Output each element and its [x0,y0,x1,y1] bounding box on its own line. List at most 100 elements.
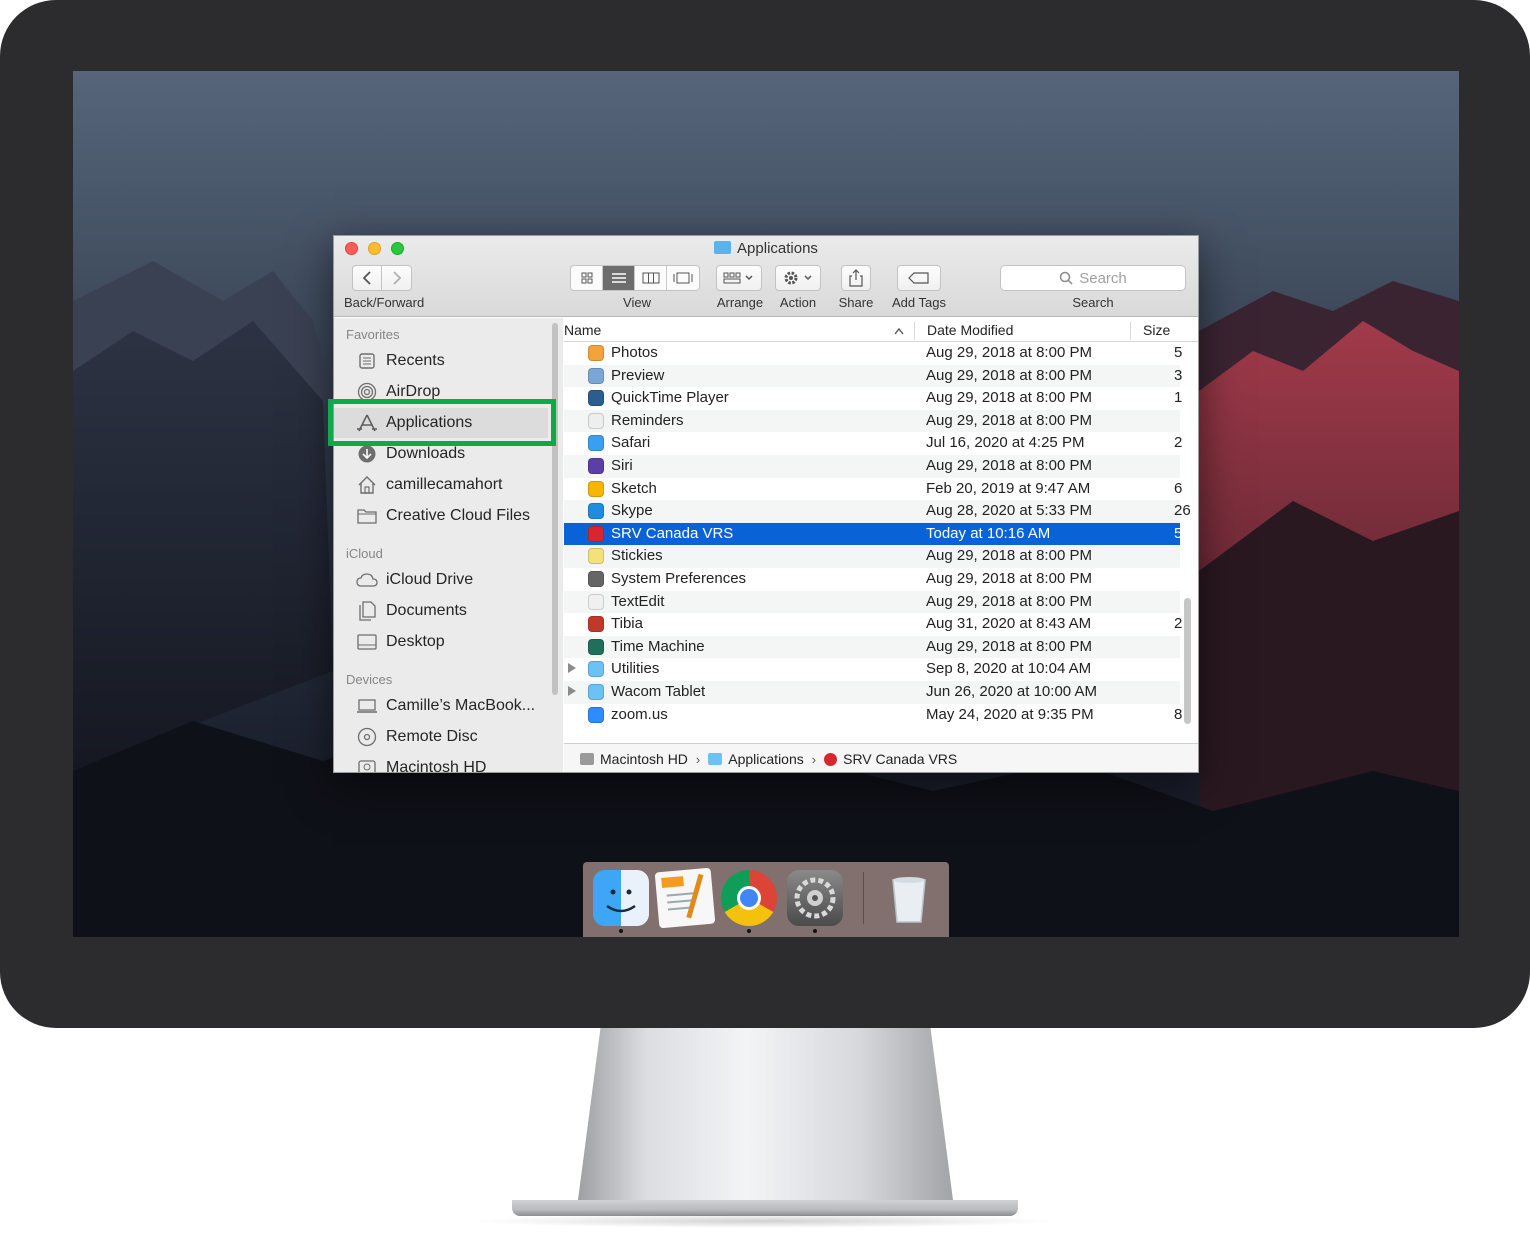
sidebar-item-desktop[interactable]: Desktop [334,627,548,657]
path-item-applications[interactable]: Applications [708,751,804,767]
add-tags-label: Add Tags [892,295,946,310]
sidebar-item-macintosh-hd[interactable]: Macintosh HD [334,753,548,772]
search-icon [1059,271,1073,285]
finder-window: Applications Back/Forward View Arrange A… [333,235,1199,773]
disclosure-triangle-icon[interactable] [568,685,576,696]
chrome-icon[interactable] [721,870,777,926]
system-preferences-running-indicator [813,929,817,933]
icon-view-button[interactable] [571,266,603,290]
sidebar-scrollbar[interactable] [552,323,558,695]
app-icon [588,390,604,407]
table-row[interactable]: Tibia Aug 31, 2020 at 8:43 AM 2 [564,613,1182,636]
column-view-button[interactable] [635,266,667,290]
folder-icon [714,241,732,254]
file-name: QuickTime Player [611,389,729,407]
view-mode-control[interactable] [570,265,700,291]
file-size: 5 [1174,524,1183,542]
sidebar-heading-icloud: iCloud [346,546,383,561]
file-rows: Photos Aug 29, 2018 at 8:00 PM 5 Preview Au… [564,342,1191,727]
file-list: Name Date Modified Size Photos Aug 29, 20… [564,318,1198,772]
app-icon [588,525,604,542]
file-name: Skype [611,502,653,520]
harddrive-icon [580,753,594,765]
table-row[interactable]: Reminders Aug 29, 2018 at 8:00 PM [564,409,1180,433]
path-item-srv-canada-vrs[interactable]: SRV Canada VRS [824,751,957,767]
file-name: Safari [611,434,651,452]
list-view-button[interactable] [603,266,635,290]
chevron-right-icon: › [695,751,701,767]
sidebar-item-home[interactable]: camillecamahort [334,470,548,500]
sidebar-item-recents[interactable]: Recents [334,346,548,376]
forward-button[interactable] [382,265,412,291]
file-name: Sketch [611,479,657,497]
file-date: Jun 26, 2020 at 10:00 AM [926,682,1097,700]
back-button[interactable] [352,265,382,291]
share-button[interactable] [841,265,871,291]
sidebar-item-label: Downloads [386,445,466,462]
pages-icon[interactable] [654,867,716,929]
sidebar-item-label: Applications [386,414,473,431]
search-input[interactable]: Search [1000,265,1186,291]
column-size-header[interactable]: Size [1143,322,1170,338]
table-row-selected[interactable]: SRV Canada VRS Today at 10:16 AM 5 [564,522,1182,546]
monitor-stand-neck [578,1028,953,1200]
table-row[interactable]: QuickTime Player Aug 29, 2018 at 8:00 PM 1 [564,387,1182,410]
folder-icon [588,683,604,700]
action-button[interactable] [775,265,821,291]
sidebar-item-airdrop[interactable]: AirDrop [334,377,548,407]
column-date-header[interactable]: Date Modified [927,322,1013,338]
file-date: Aug 29, 2018 at 8:00 PM [926,389,1092,407]
file-name: Photos [611,344,658,361]
airdrop-icon [357,382,377,402]
column-name-header[interactable]: Name [564,322,601,338]
file-date: Aug 29, 2018 at 8:00 PM [926,592,1092,610]
folder-icon [588,661,604,678]
gallery-view-button[interactable] [667,266,699,290]
table-row[interactable]: TextEdit Aug 29, 2018 at 8:00 PM [564,590,1180,614]
file-date: Sep 8, 2020 at 10:04 AM [926,660,1092,678]
sidebar-item-applications[interactable]: Applications [334,408,548,438]
sidebar-item-label: Camille’s MacBook... [386,697,536,714]
column-separator [1130,322,1131,340]
table-row[interactable]: Stickies Aug 29, 2018 at 8:00 PM [564,545,1180,568]
table-row[interactable]: Preview Aug 29, 2018 at 8:00 PM 3 [564,364,1182,388]
table-row[interactable]: System Preferences Aug 29, 2018 at 8:00 P… [564,568,1180,591]
trash-icon[interactable] [881,870,937,926]
arrange-button[interactable] [716,265,762,291]
add-tags-button[interactable] [897,265,941,291]
table-row[interactable]: Skype Aug 28, 2020 at 5:33 PM 26 [564,500,1191,523]
file-date: Aug 29, 2018 at 8:00 PM [926,547,1092,565]
sidebar-item-documents[interactable]: Documents [334,596,548,626]
table-row[interactable]: Sketch Feb 20, 2019 at 9:47 AM 6 [564,478,1182,501]
app-icon [588,706,604,723]
table-row[interactable]: Utilities Sep 8, 2020 at 10:04 AM [564,658,1180,681]
file-date: Aug 31, 2020 at 8:43 AM [926,615,1092,633]
file-name: Wacom Tablet [611,682,706,700]
table-row[interactable]: Wacom Tablet Jun 26, 2020 at 10:00 AM [564,680,1180,704]
dock-divider [863,872,864,924]
file-name: TextEdit [611,592,665,610]
list-vertical-scrollbar[interactable] [1184,598,1191,724]
sidebar-item-downloads[interactable]: Downloads [334,439,548,469]
sidebar-item-creative-cloud-files[interactable]: Creative Cloud Files [334,501,548,531]
sort-ascending-icon[interactable] [894,327,904,335]
table-row[interactable]: zoom.us May 24, 2020 at 9:35 PM 8 [564,704,1182,727]
app-icon [588,367,604,384]
sidebar-item-remote-disc[interactable]: Remote Disc [334,722,548,752]
path-item-macintosh-hd[interactable]: Macintosh HD [580,751,688,767]
sidebar-item-macbook[interactable]: Camille’s MacBook... [334,691,548,721]
view-label: View [623,295,651,310]
file-date: Aug 29, 2018 at 8:00 PM [926,637,1092,655]
table-row[interactable]: Safari Jul 16, 2020 at 4:25 PM 2 [564,432,1182,455]
desktop-icon [357,634,377,650]
finder-icon[interactable] [593,870,649,926]
sidebar-item-icloud-drive[interactable]: iCloud Drive [334,565,548,595]
disclosure-triangle-icon[interactable] [568,663,576,674]
table-row[interactable]: Siri Aug 29, 2018 at 8:00 PM [564,454,1180,478]
system-preferences-icon[interactable] [787,870,843,926]
table-row[interactable]: Time Machine Aug 29, 2018 at 8:00 PM [564,635,1180,659]
table-row[interactable]: Photos Aug 29, 2018 at 8:00 PM 5 [564,342,1182,365]
file-name: SRV Canada VRS [611,524,734,542]
arrange-label: Arrange [716,295,764,310]
sidebar-item-label: Recents [386,352,445,369]
